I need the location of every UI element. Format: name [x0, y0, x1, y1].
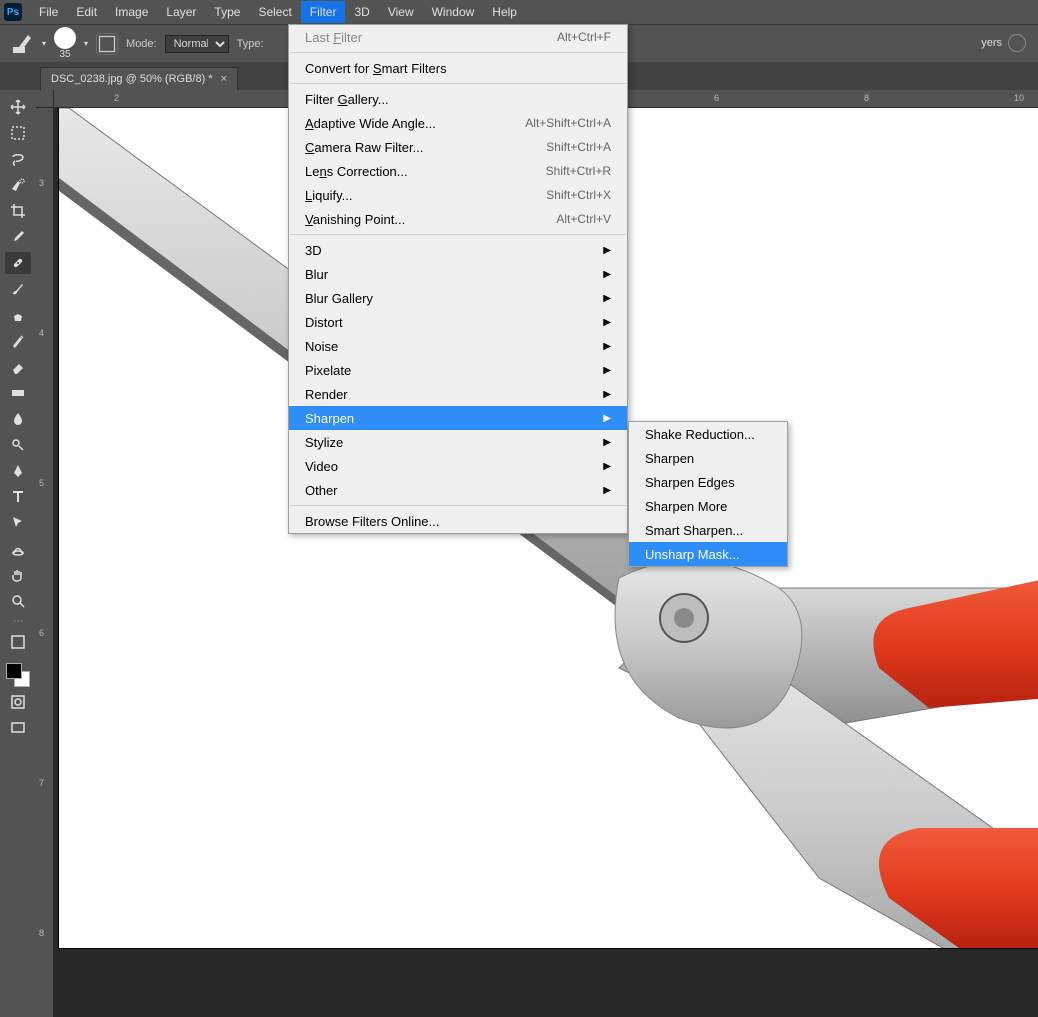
filter-menu-item-distort[interactable]: Distort▶ [289, 310, 627, 334]
tool-preset-icon[interactable] [10, 32, 34, 56]
filter-menu-item-blur[interactable]: Blur▶ [289, 262, 627, 286]
vertical-ruler[interactable]: 345678 [36, 108, 54, 1017]
lasso-tool[interactable] [5, 148, 31, 170]
menu-help[interactable]: Help [483, 1, 526, 23]
filter-menu-item-sharpen[interactable]: Sharpen▶ [289, 406, 627, 430]
submenu-arrow-icon: ▶ [603, 461, 611, 472]
quick-select-tool[interactable] [5, 174, 31, 196]
filter-menu-item-3d[interactable]: 3D▶ [289, 238, 627, 262]
clone-tool[interactable] [5, 304, 31, 326]
ruler-corner [36, 90, 54, 108]
submenu-arrow-icon: ▶ [603, 437, 611, 448]
gradient-tool[interactable] [5, 382, 31, 404]
filter-menu-item-liquify[interactable]: Liquify...Shift+Ctrl+X [289, 183, 627, 207]
brush-tool[interactable] [5, 278, 31, 300]
history-brush-tool[interactable] [5, 330, 31, 352]
submenu-arrow-icon: ▶ [603, 245, 611, 256]
blur-tool[interactable] [5, 408, 31, 430]
filter-menu-item-video[interactable]: Video▶ [289, 454, 627, 478]
document-tab[interactable]: DSC_0238.jpg @ 50% (RGB/8) * × [40, 67, 238, 90]
mode-select[interactable]: Normal [165, 35, 229, 53]
marquee-tool[interactable] [5, 122, 31, 144]
filter-menu-item-noise[interactable]: Noise▶ [289, 334, 627, 358]
filter-menu-item-separator [290, 83, 626, 84]
submenu-arrow-icon: ▶ [603, 269, 611, 280]
brush-preview-icon[interactable] [54, 27, 76, 49]
submenu-arrow-icon: ▶ [603, 341, 611, 352]
sharpen-item-sharpen-more[interactable]: Sharpen More [629, 494, 787, 518]
filter-menu-item-separator [290, 505, 626, 506]
filter-menu-item-vanishing-point[interactable]: Vanishing Point...Alt+Ctrl+V [289, 207, 627, 231]
layers-tab[interactable]: yers [981, 37, 1002, 49]
filter-menu-item-other[interactable]: Other▶ [289, 478, 627, 502]
dropdown-caret-icon[interactable]: ▾ [42, 39, 46, 48]
filter-menu-item-blur-gallery[interactable]: Blur Gallery▶ [289, 286, 627, 310]
menu-select[interactable]: Select [249, 1, 300, 23]
menu-view[interactable]: View [379, 1, 423, 23]
filter-menu-item-filter-gallery[interactable]: Filter Gallery... [289, 87, 627, 111]
crop-tool[interactable] [5, 200, 31, 222]
tools-panel: ⋯ [0, 90, 36, 745]
sharpen-submenu: Shake Reduction...SharpenSharpen EdgesSh… [628, 421, 788, 567]
tool-divider: ⋯ [13, 616, 23, 627]
submenu-arrow-icon: ▶ [603, 389, 611, 400]
filter-menu-item-convert-for-smart-filters[interactable]: Convert for Smart Filters [289, 56, 627, 80]
menu-3d[interactable]: 3D [345, 1, 378, 23]
filter-menu-item-separator [290, 52, 626, 53]
hand-tool[interactable] [5, 564, 31, 586]
healing-tool[interactable] [5, 252, 31, 274]
sharpen-item-smart-sharpen[interactable]: Smart Sharpen... [629, 518, 787, 542]
submenu-arrow-icon: ▶ [603, 293, 611, 304]
type-label: Type: [237, 38, 264, 50]
filter-menu-item-camera-raw-filter[interactable]: Camera Raw Filter...Shift+Ctrl+A [289, 135, 627, 159]
menubar: Ps FileEditImageLayerTypeSelectFilter3DV… [0, 0, 1038, 24]
filter-menu-item-render[interactable]: Render▶ [289, 382, 627, 406]
filter-menu-item-lens-correction[interactable]: Lens Correction...Shift+Ctrl+R [289, 159, 627, 183]
pen-tool[interactable] [5, 460, 31, 482]
sharpen-item-unsharp-mask[interactable]: Unsharp Mask... [629, 542, 787, 566]
mode-label: Mode: [126, 38, 157, 50]
screenmode-tool[interactable] [5, 717, 31, 739]
submenu-arrow-icon: ▶ [603, 413, 611, 424]
menu-filter[interactable]: Filter [301, 1, 346, 23]
type-tool[interactable] [5, 486, 31, 508]
filter-menu-item-separator [290, 234, 626, 235]
menu-image[interactable]: Image [106, 1, 157, 23]
ps-logo-icon: Ps [4, 3, 22, 21]
brush-size-value: 35 [59, 49, 70, 60]
filter-menu-item-adaptive-wide-angle[interactable]: Adaptive Wide Angle...Alt+Shift+Ctrl+A [289, 111, 627, 135]
move-tool[interactable] [5, 96, 31, 118]
edit-toolbar-tool[interactable] [5, 631, 31, 653]
dropdown-caret-icon[interactable]: ▾ [84, 39, 88, 48]
color-swatches[interactable] [6, 663, 30, 687]
submenu-arrow-icon: ▶ [603, 365, 611, 376]
document-tab-title: DSC_0238.jpg @ 50% (RGB/8) * [51, 73, 213, 85]
submenu-arrow-icon: ▶ [603, 485, 611, 496]
dodge-tool[interactable] [5, 434, 31, 456]
filter-menu: Last FilterAlt+Ctrl+F Convert for Smart F… [288, 24, 628, 534]
filter-menu-item-browse-filters-online[interactable]: Browse Filters Online... [289, 509, 627, 533]
right-panel-fragment: yers [981, 24, 1038, 62]
menu-type[interactable]: Type [205, 1, 249, 23]
shape-tool[interactable] [5, 538, 31, 560]
filter-menu-item-stylize[interactable]: Stylize▶ [289, 430, 627, 454]
close-icon[interactable]: × [221, 73, 227, 85]
filter-menu-item-last-filter: Last FilterAlt+Ctrl+F [289, 25, 627, 49]
brush-panel-toggle-icon[interactable] [96, 33, 118, 55]
submenu-arrow-icon: ▶ [603, 317, 611, 328]
menu-file[interactable]: File [30, 1, 67, 23]
menu-window[interactable]: Window [423, 1, 484, 23]
sharpen-item-sharpen-edges[interactable]: Sharpen Edges [629, 470, 787, 494]
eyedropper-tool[interactable] [5, 226, 31, 248]
menu-edit[interactable]: Edit [67, 1, 106, 23]
zoom-tool[interactable] [5, 590, 31, 612]
eraser-tool[interactable] [5, 356, 31, 378]
sharpen-item-sharpen[interactable]: Sharpen [629, 446, 787, 470]
menu-layer[interactable]: Layer [157, 1, 205, 23]
sharpen-item-shake-reduction[interactable]: Shake Reduction... [629, 422, 787, 446]
quickmask-tool[interactable] [5, 691, 31, 713]
path-select-tool[interactable] [5, 512, 31, 534]
adjustment-icon[interactable] [1008, 34, 1026, 52]
filter-menu-item-pixelate[interactable]: Pixelate▶ [289, 358, 627, 382]
